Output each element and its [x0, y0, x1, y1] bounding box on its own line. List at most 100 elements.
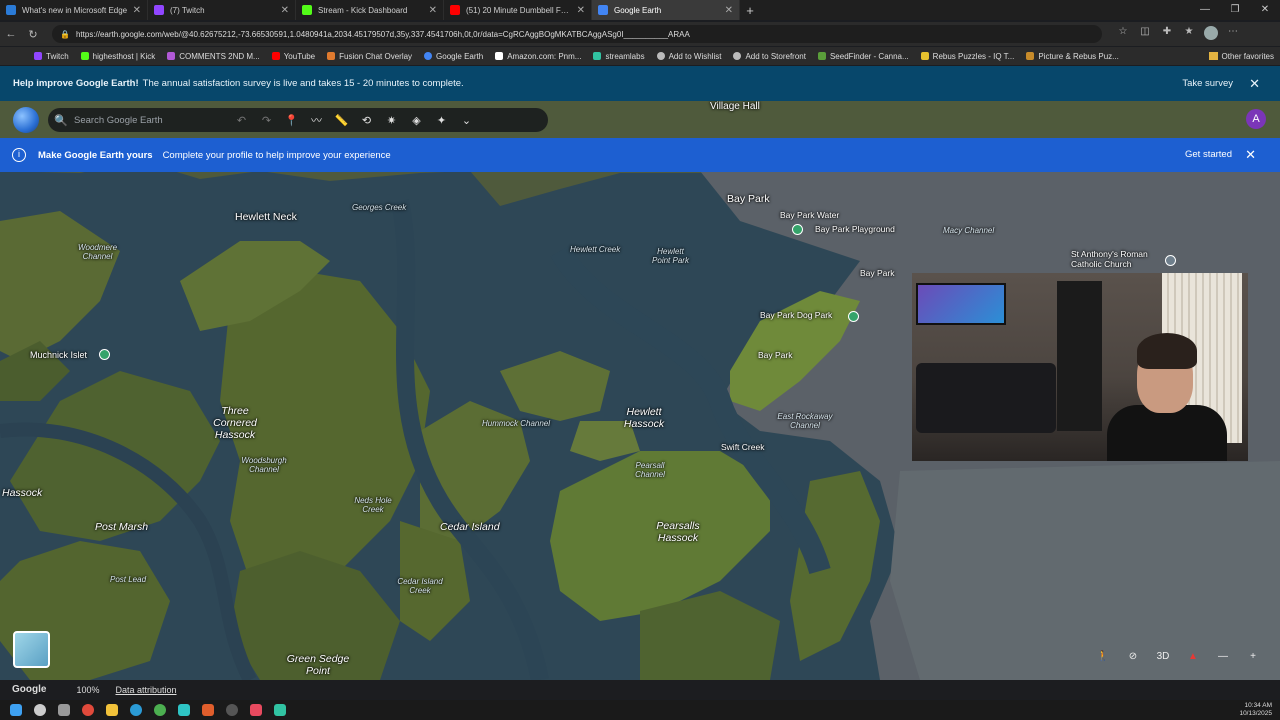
tab-label: (51) 20 Minute Dumbbell Full Bo [466, 5, 573, 15]
map-label: Woodsburgh Channel [241, 456, 287, 474]
bookmark-item[interactable]: streamlabs [593, 51, 645, 61]
bookmark-label: Twitch [46, 51, 69, 61]
close-survey-icon[interactable]: ✕ [1249, 66, 1260, 101]
close-banner-icon[interactable]: ✕ [1245, 138, 1256, 172]
search-icon[interactable] [28, 700, 52, 720]
address-field[interactable]: 🔒 https://earth.google.com/web/@40.626752… [52, 25, 1102, 43]
place-pin-icon[interactable] [99, 349, 110, 360]
close-tab-icon[interactable]: ✕ [133, 5, 141, 16]
projects-icon[interactable]: ✦ [429, 114, 454, 127]
search-input[interactable]: Search Google Earth [74, 115, 229, 126]
app-icon[interactable] [244, 700, 268, 720]
more-menu-icon[interactable]: ⋯ [1222, 26, 1244, 43]
bookmark-item[interactable]: Add to Wishlist [656, 51, 722, 61]
browser-tab[interactable]: What's new in Microsoft Edge ✕ [0, 0, 148, 20]
place-pin-icon[interactable] [792, 224, 803, 235]
back-icon[interactable]: ← [0, 28, 22, 40]
pegman-icon[interactable]: 🚶 [1088, 651, 1118, 662]
info-icon: i [12, 148, 26, 162]
globe-icon [656, 52, 665, 60]
minimize-icon[interactable]: — [1190, 0, 1220, 20]
obs-icon[interactable] [220, 700, 244, 720]
bookmark-item[interactable]: Picture & Rebus Puz... [1026, 52, 1119, 61]
profile-avatar[interactable] [1200, 25, 1222, 43]
search-icon: 🔍 [54, 114, 68, 127]
new-tab-icon[interactable]: + [740, 3, 760, 18]
zoom-level: 100% [76, 684, 100, 695]
bookmark-item[interactable]: Google Earth [424, 52, 483, 61]
tab-label: What's new in Microsoft Edge [22, 5, 128, 15]
map-label: Post Lead [110, 575, 147, 584]
map-status-bar: Google 100% Data attribution [0, 680, 1280, 699]
north-arrow-icon[interactable]: ▲ [1178, 651, 1208, 662]
close-tab-icon[interactable]: ✕ [725, 5, 733, 16]
layers-icon[interactable]: ◈ [404, 114, 429, 127]
browser-tab[interactable]: (7) Twitch ✕ [148, 0, 296, 20]
place-pin-icon[interactable] [848, 311, 859, 322]
add-placemark-icon[interactable]: 📍 [279, 114, 304, 127]
bookmark-item[interactable]: Twitch [34, 52, 69, 61]
seedfinder-icon [817, 52, 826, 60]
voyager-icon[interactable]: ✷ [379, 114, 404, 127]
close-tab-icon[interactable]: ✕ [281, 5, 289, 16]
map-style-thumbnail[interactable] [13, 631, 50, 668]
split-screen-icon[interactable]: ◫ [1134, 26, 1156, 43]
bookmark-label: streamlabs [605, 51, 645, 61]
browser-tab[interactable]: Stream - Kick Dashboard ✕ [296, 0, 444, 20]
bookmark-label: Add to Wishlist [668, 51, 722, 61]
favorite-star-icon[interactable]: ☆ [1112, 26, 1134, 43]
map-controls: 🚶 ⊘ 3D ▲ — + [1088, 646, 1268, 666]
map-label: Hewlett Creek [570, 245, 621, 254]
close-tab-icon[interactable]: ✕ [429, 5, 437, 16]
measure-icon[interactable]: 📏 [329, 114, 354, 127]
bookmark-item[interactable]: COMMENTS 2ND M... [167, 52, 260, 61]
windows-start-icon[interactable] [4, 700, 28, 720]
get-started-button[interactable]: Get started [1185, 138, 1232, 172]
maximize-icon[interactable]: ❐ [1220, 0, 1250, 20]
favorites-icon[interactable]: ★ [1178, 26, 1200, 43]
browser-tab-active[interactable]: Google Earth ✕ [592, 0, 740, 20]
browser-tab[interactable]: (51) 20 Minute Dumbbell Full Bo ✕ [444, 0, 592, 20]
refresh-icon[interactable]: ↻ [22, 28, 44, 41]
file-explorer-icon[interactable] [100, 700, 124, 720]
historical-imagery-icon[interactable]: ⟲ [354, 114, 379, 127]
chevron-down-icon[interactable]: ⌄ [454, 114, 479, 127]
undo-icon[interactable]: ↶ [229, 114, 254, 127]
bookmark-item[interactable]: Add to Storefront [733, 52, 806, 61]
toggle-3d-button[interactable]: 3D [1148, 651, 1178, 662]
map-label: Hewlett Hassock [623, 406, 665, 430]
streamlabs-icon[interactable] [268, 700, 292, 720]
add-path-icon[interactable]: 〰 [304, 112, 329, 128]
map-label: Bay Park [860, 268, 895, 278]
google-earth-menu-icon[interactable] [13, 107, 39, 133]
map-label: Georges Creek [352, 203, 407, 212]
edge-active-icon[interactable] [172, 700, 196, 720]
streamer [1107, 333, 1227, 461]
close-tab-icon[interactable]: ✕ [577, 5, 585, 16]
church-pin-icon[interactable] [1165, 255, 1176, 266]
system-clock[interactable]: 10:34 AM 10/13/2025 [1239, 702, 1272, 718]
bookmark-item[interactable]: highesthost | Kick [80, 52, 155, 61]
bookmark-item[interactable]: Fusion Chat Overlay [327, 52, 412, 61]
puzzle-icon [1026, 52, 1035, 60]
bookmark-item[interactable]: Amazon.com: Pnm... [495, 52, 581, 61]
bookmark-item[interactable]: SeedFinder - Canna... [817, 52, 909, 61]
task-view-icon[interactable] [52, 700, 76, 720]
app-icon[interactable] [196, 700, 220, 720]
close-window-icon[interactable]: ✕ [1250, 0, 1280, 20]
zoom-out-icon[interactable]: — [1208, 651, 1238, 662]
bookmark-item[interactable]: Rebus Puzzles - IQ T... [920, 52, 1014, 61]
compass-icon[interactable]: ⊘ [1118, 651, 1148, 662]
account-avatar[interactable]: A [1246, 109, 1266, 129]
bookmark-item[interactable]: YouTube [271, 52, 315, 61]
data-attribution-link[interactable]: Data attribution [115, 685, 176, 695]
extensions-icon[interactable]: ✚ [1156, 26, 1178, 43]
edge-icon[interactable] [124, 700, 148, 720]
zoom-in-icon[interactable]: + [1238, 651, 1268, 662]
youtube-favicon-icon [450, 5, 460, 15]
take-survey-button[interactable]: Take survey [1182, 66, 1233, 101]
chrome-icon[interactable] [76, 700, 100, 720]
chrome-alt-icon[interactable] [148, 700, 172, 720]
redo-icon[interactable]: ↷ [254, 114, 279, 127]
other-favorites[interactable]: Other favorites [1208, 47, 1274, 65]
